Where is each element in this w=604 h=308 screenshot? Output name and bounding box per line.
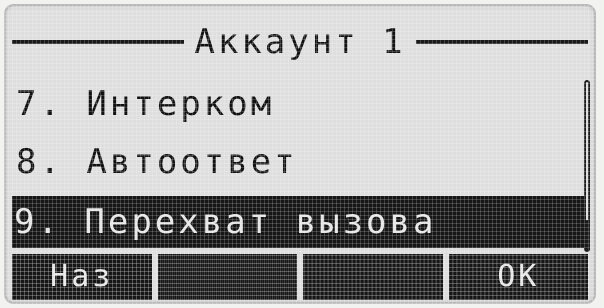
softkey-bar: Наз ОК bbox=[12, 254, 588, 300]
scrollbar-thumb[interactable] bbox=[584, 220, 590, 252]
menu-item-call-pickup[interactable]: 9. Перехват вызова bbox=[12, 196, 586, 248]
screen-header: Аккаунт 1 bbox=[12, 16, 589, 68]
menu-item-auto-answer[interactable]: 8. Автоответ bbox=[14, 136, 298, 188]
lcd-screen: Аккаунт 1 7. Интерком 8. Автоответ 9. Пе… bbox=[4, 4, 596, 304]
menu-item-intercom[interactable]: 7. Интерком bbox=[14, 78, 274, 130]
softkey-2[interactable] bbox=[157, 254, 297, 300]
softkey-3[interactable] bbox=[303, 254, 443, 300]
title-rule-right bbox=[415, 40, 589, 44]
screen-title: Аккаунт 1 bbox=[194, 22, 406, 62]
title-rule-left bbox=[12, 40, 185, 44]
ok-softkey[interactable]: ОК bbox=[448, 254, 588, 300]
back-softkey[interactable]: Наз bbox=[12, 254, 152, 300]
phone-bezel: Аккаунт 1 7. Интерком 8. Автоответ 9. Пе… bbox=[0, 0, 604, 308]
menu-scrollbar[interactable] bbox=[582, 80, 594, 252]
